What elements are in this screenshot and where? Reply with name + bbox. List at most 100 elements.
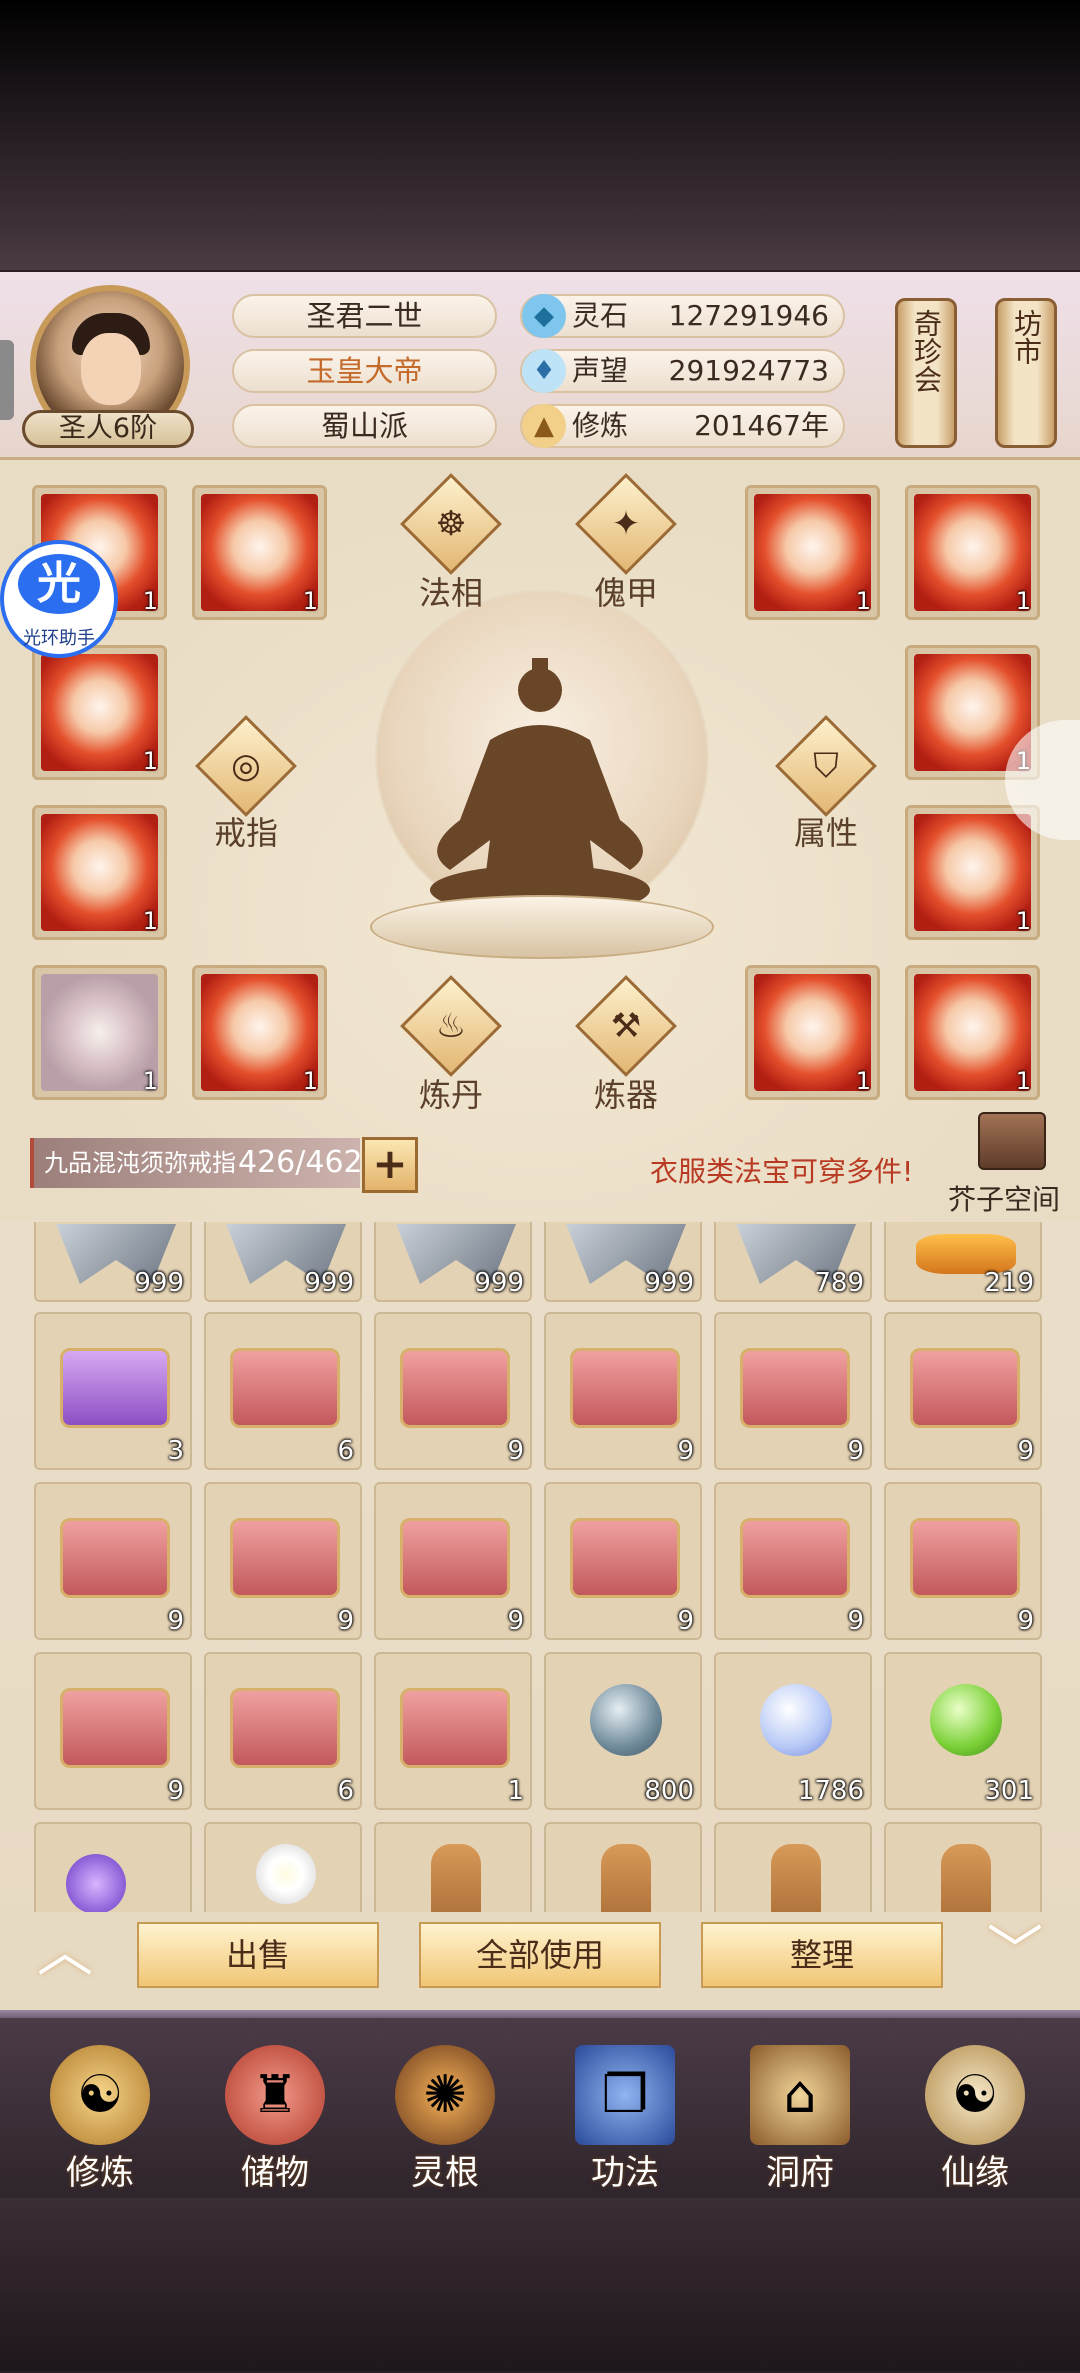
sort-button[interactable]: 整理 <box>701 1922 943 1988</box>
avatar-face <box>81 333 141 405</box>
inventory-item[interactable]: 1786 <box>714 1652 872 1810</box>
item-count: 999 <box>134 1268 184 1298</box>
scroll-down-arrow-icon[interactable]: ﹀ <box>970 1925 1060 1981</box>
pedestal <box>370 895 714 959</box>
inventory-item[interactable]: 800 <box>544 1652 702 1810</box>
inventory-item[interactable]: 9 <box>544 1312 702 1470</box>
robe-icon <box>914 814 1031 931</box>
item-count: 3 <box>167 1436 184 1466</box>
inventory-item[interactable] <box>884 1822 1042 1912</box>
white-orb-icon <box>760 1684 832 1756</box>
inventory-item[interactable] <box>204 1822 362 1912</box>
player-title: 玉皇大帝 <box>232 349 497 393</box>
cultivation-icon: ▲ <box>522 404 566 448</box>
market-label: 坊市 <box>1010 309 1043 365</box>
storage-chest-icon[interactable] <box>978 1112 1046 1170</box>
nav-label: 功法 <box>591 2153 659 2193</box>
equip-slot[interactable]: 1 <box>32 965 167 1100</box>
item-count: 1 <box>142 587 158 615</box>
aura-helper-button[interactable]: 光 光环助手 <box>0 540 118 658</box>
nav-fate[interactable]: ☯ 仙缘 <box>895 2045 1055 2195</box>
item-count: 9 <box>847 1606 864 1636</box>
purple-wisp-icon <box>66 1854 126 1912</box>
nav-spirit-root[interactable]: ✺ 灵根 <box>365 2045 525 2195</box>
inventory-item[interactable]: 999 <box>204 1222 362 1302</box>
scroll-up-arrow-icon[interactable]: ︿ <box>20 1925 110 1981</box>
inventory-item[interactable]: 999 <box>34 1222 192 1302</box>
item-count: 1 <box>302 587 318 615</box>
inventory-item[interactable]: 9 <box>884 1312 1042 1470</box>
red-chest-icon <box>230 1348 340 1428</box>
item-count: 6 <box>337 1776 354 1806</box>
prestige-icon: ♦ <box>522 349 566 393</box>
item-count: 1 <box>507 1776 524 1806</box>
expand-bag-button[interactable]: + <box>362 1137 418 1193</box>
inventory-item[interactable]: 219 <box>884 1222 1042 1302</box>
equip-slot[interactable]: 1 <box>192 965 327 1100</box>
bag-icon: ♜ <box>225 2045 325 2145</box>
red-chest-icon <box>910 1348 1020 1428</box>
inventory-item[interactable]: 9 <box>544 1482 702 1640</box>
inventory-item[interactable]: 9 <box>374 1312 532 1470</box>
storage-label[interactable]: 芥子空间 <box>948 1178 1060 1218</box>
inventory-item[interactable]: 301 <box>884 1652 1042 1810</box>
stat-value: 127291946 <box>668 299 829 332</box>
treasure-auction-button[interactable]: 奇珍会 <box>895 298 957 448</box>
equip-slot[interactable]: 1 <box>32 645 167 780</box>
inventory-item[interactable] <box>374 1822 532 1912</box>
sword-icon <box>41 974 158 1091</box>
nav-cultivate[interactable]: ☯ 修炼 <box>20 2045 180 2195</box>
robe-icon <box>914 494 1031 611</box>
red-chest-icon <box>740 1348 850 1428</box>
inventory-item[interactable]: 789 <box>714 1222 872 1302</box>
inventory-item[interactable]: 9 <box>714 1482 872 1640</box>
robe-icon <box>914 974 1031 1091</box>
inventory-item[interactable]: 3 <box>34 1312 192 1470</box>
nav-storage[interactable]: ♜ 储物 <box>195 2045 355 2195</box>
item-count: 800 <box>644 1776 694 1806</box>
item-count: 1 <box>1015 587 1031 615</box>
red-chest-icon <box>400 1518 510 1598</box>
purple-chest-icon <box>60 1348 170 1428</box>
market-button[interactable]: 坊市 <box>995 298 1057 448</box>
inventory-item[interactable]: 9 <box>374 1482 532 1640</box>
use-all-button[interactable]: 全部使用 <box>419 1922 661 1988</box>
bronze-statue-icon <box>431 1844 481 1912</box>
inventory-item[interactable]: 6 <box>204 1652 362 1810</box>
sell-button[interactable]: 出售 <box>137 1922 379 1988</box>
palace-icon: ⌂ <box>750 2045 850 2145</box>
equip-slot[interactable]: 1 <box>905 485 1040 620</box>
inventory-item[interactable]: 6 <box>204 1312 362 1470</box>
nav-skills[interactable]: ❐ 功法 <box>545 2045 705 2195</box>
equip-slot[interactable]: 1 <box>745 965 880 1100</box>
inventory-item[interactable] <box>544 1822 702 1912</box>
forge-label: 炼器 <box>593 1076 658 1114</box>
inventory-item[interactable]: 9 <box>34 1652 192 1810</box>
bronze-statue-icon <box>771 1844 821 1912</box>
inventory-item[interactable]: 999 <box>544 1222 702 1302</box>
equip-slot[interactable]: 1 <box>905 805 1040 940</box>
bag-capacity: 426/462 <box>238 1145 363 1180</box>
inventory-item[interactable]: 9 <box>34 1482 192 1640</box>
side-drawer-handle[interactable] <box>0 340 14 420</box>
buddha-icon: ☸ <box>435 504 467 544</box>
inventory-item[interactable] <box>714 1822 872 1912</box>
inventory-item[interactable]: 1 <box>374 1652 532 1810</box>
inventory-item[interactable]: 9 <box>884 1482 1042 1640</box>
inventory-item[interactable]: 999 <box>374 1222 532 1302</box>
inventory-item[interactable] <box>34 1822 192 1912</box>
inventory-item[interactable]: 9 <box>204 1482 362 1640</box>
equip-slot[interactable]: 1 <box>905 965 1040 1100</box>
stat-value: 291924773 <box>668 354 829 387</box>
inventory-item[interactable]: 9 <box>714 1312 872 1470</box>
red-chest-icon <box>910 1518 1020 1598</box>
ring-icon: ◎ <box>231 746 261 786</box>
equip-slot[interactable]: 1 <box>745 485 880 620</box>
spirit-stone-icon: ◆ <box>522 294 566 338</box>
item-count: 9 <box>677 1436 694 1466</box>
equip-slot[interactable]: 1 <box>192 485 327 620</box>
nav-cave[interactable]: ⌂ 洞府 <box>720 2045 880 2195</box>
equip-slot[interactable]: 1 <box>32 805 167 940</box>
item-count: 9 <box>1017 1606 1034 1636</box>
inventory-grid[interactable]: 999 999 999 999 789 219 3 6 9 9 9 9 9 9 … <box>20 1222 1060 1912</box>
